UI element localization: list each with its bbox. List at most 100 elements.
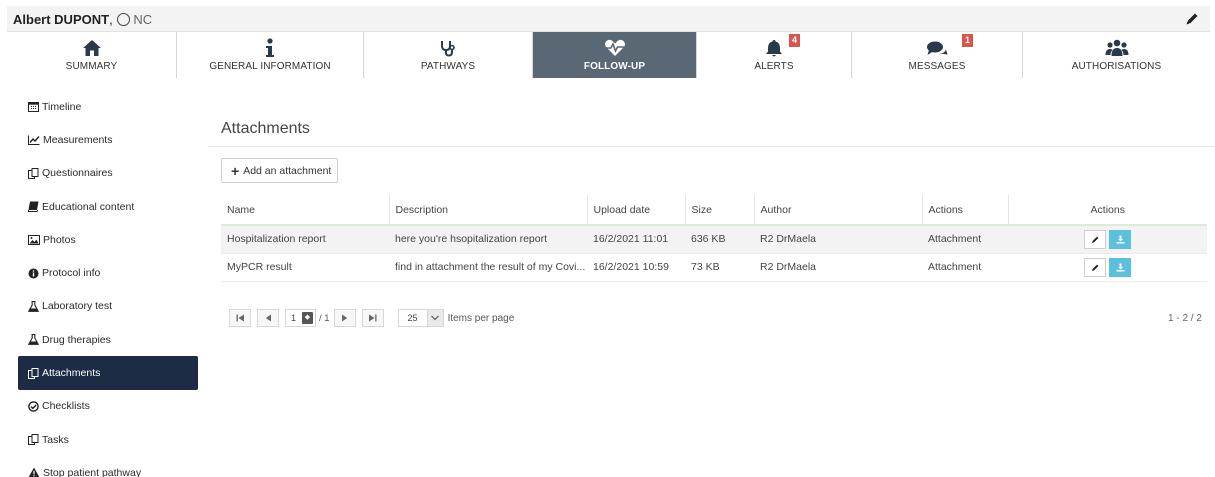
sidebar-item-label: Laboratory test (42, 300, 113, 313)
main-nav: SUMMARY GENERAL INFORMATION PATHWAYS FOL… (7, 32, 1210, 78)
download-icon (1116, 235, 1124, 244)
pencil-icon (1091, 236, 1098, 243)
add-attachment-button[interactable]: + Add an attachment (221, 158, 338, 183)
sidebar-item-label: Photos (43, 233, 76, 246)
sidebar-item-measurements[interactable]: Measurements (18, 123, 198, 156)
column-header-name[interactable]: Name (221, 195, 389, 226)
page-size-select[interactable]: 25 (397, 309, 444, 327)
tab-label: SUMMARY (65, 61, 118, 72)
sidebar-item-label: Tasks (42, 433, 69, 446)
gender-icon (117, 13, 131, 26)
table-row[interactable]: MyPCR result find in attachment the resu… (221, 253, 1207, 282)
tab-messages[interactable]: 1 MESSAGES (852, 32, 1023, 78)
sidebar-item-label: Attachments (42, 367, 101, 380)
edit-button[interactable] (1084, 229, 1106, 249)
column-header-size[interactable]: Size (684, 195, 754, 226)
image-icon (28, 234, 40, 245)
page-size-value: 25 (407, 313, 418, 323)
sidebar-item-educational-content[interactable]: Educational content (18, 190, 198, 223)
sidebar-item-timeline[interactable]: Timeline (18, 90, 198, 123)
home-icon (82, 38, 102, 58)
sidebar-item-label: Measurements (43, 133, 113, 146)
check-circle-icon (28, 401, 39, 412)
tab-authorisations[interactable]: AUTHORISATIONS (1023, 32, 1210, 78)
table-row[interactable]: Hospitalization report here you're hsopi… (221, 225, 1207, 254)
cell-name: MyPCR result (221, 253, 389, 282)
sidebar-item-photos[interactable]: Photos (18, 223, 198, 256)
cell-name: Hospitalization report (221, 225, 389, 254)
tab-label: AUTHORISATIONS (1071, 61, 1162, 72)
cell-author: R2 DrMaela (754, 225, 922, 254)
plus-icon: + (231, 162, 240, 179)
edit-button[interactable] (1084, 257, 1106, 277)
pagination: 1 ◆ / 1 25 Items per page (229, 308, 514, 328)
sidebar-item-label: Educational content (42, 200, 135, 213)
cell-action-type: Attachment (922, 253, 1008, 282)
next-page-button[interactable] (333, 309, 356, 327)
tab-pathways[interactable]: PATHWAYS (364, 32, 533, 78)
tab-summary[interactable]: SUMMARY (7, 32, 177, 78)
tab-follow-up[interactable]: FOLLOW-UP (533, 32, 697, 78)
sidebar-item-tasks[interactable]: Tasks (18, 423, 198, 456)
bell-icon (765, 38, 783, 58)
copy-icon (28, 167, 39, 179)
sidebar-item-drug-therapies[interactable]: Drug therapies (18, 323, 198, 356)
page-count: / 1 (319, 312, 330, 324)
attachments-table: Name Description Upload date Size Author… (221, 195, 1207, 282)
warning-icon (28, 467, 40, 477)
patient-name: Albert DUPONT, NC (13, 12, 152, 27)
cell-description: here you're hsopitalization report (389, 225, 587, 254)
last-page-icon (369, 314, 377, 322)
cell-actions (1008, 225, 1207, 254)
info-icon (265, 38, 275, 58)
sidebar-item-label: Protocol info (42, 267, 101, 280)
page-spinner-icon[interactable]: ◆ (302, 312, 313, 324)
pencil-icon[interactable] (1184, 11, 1200, 27)
stethoscope-icon (439, 38, 457, 58)
page-title: Attachments (221, 120, 310, 137)
column-header-upload-date[interactable]: Upload date (586, 195, 685, 226)
info-circle-icon (28, 268, 39, 279)
sidebar-item-label: Drug therapies (42, 333, 111, 346)
patient-fullname: Albert DUPONT (13, 12, 110, 27)
cell-description: find in attachment the result of my Covi… (389, 253, 587, 282)
tab-general-information[interactable]: GENERAL INFORMATION (177, 32, 364, 78)
last-page-button[interactable] (361, 309, 384, 327)
sidebar-item-attachments[interactable]: Attachments (18, 356, 198, 390)
sidebar-item-protocol-info[interactable]: Protocol info (18, 256, 198, 289)
calendar-icon (28, 102, 39, 113)
column-header-author[interactable]: Author (753, 195, 922, 226)
cell-size: 73 KB (685, 253, 754, 282)
download-button[interactable] (1109, 229, 1131, 249)
tab-alerts[interactable]: 4 ALERTS (697, 32, 852, 78)
pagination-range: 1 - 2 / 2 (1168, 313, 1202, 324)
first-page-icon (236, 314, 244, 322)
sidebar-item-label: Questionnaires (42, 167, 113, 180)
copy-icon (28, 434, 39, 446)
column-header-actions-type[interactable]: Actions (921, 195, 1008, 226)
flask-icon (28, 300, 39, 312)
first-page-button[interactable] (229, 309, 251, 327)
sidebar-item-laboratory-test[interactable]: Laboratory test (18, 290, 198, 323)
previous-page-button[interactable] (257, 309, 279, 327)
column-header-description[interactable]: Description (388, 195, 587, 226)
sidebar-item-label: Checklists (42, 400, 90, 413)
copy-icon (28, 367, 39, 379)
sidebar-item-questionnaires[interactable]: Questionnaires (18, 157, 198, 190)
download-button[interactable] (1109, 257, 1131, 277)
cell-actions (1008, 253, 1207, 282)
sidebar: Timeline Measurements Questionnaires Edu… (18, 90, 198, 477)
sidebar-item-checklists[interactable]: Checklists (18, 390, 198, 423)
previous-page-icon (265, 314, 271, 322)
sidebar-item-stop-patient-pathway[interactable]: Stop patient pathway (18, 456, 198, 477)
alerts-badge: 4 (789, 34, 800, 47)
flask-icon (28, 334, 39, 346)
tab-label: MESSAGES (908, 61, 966, 72)
line-chart-icon (28, 135, 40, 145)
pencil-icon (1091, 264, 1098, 271)
cell-action-type: Attachment (922, 225, 1008, 254)
page-number-input[interactable]: 1 ◆ (285, 309, 316, 327)
sidebar-item-label: Timeline (42, 100, 82, 113)
comments-icon (926, 38, 948, 58)
messages-badge: 1 (962, 34, 973, 47)
